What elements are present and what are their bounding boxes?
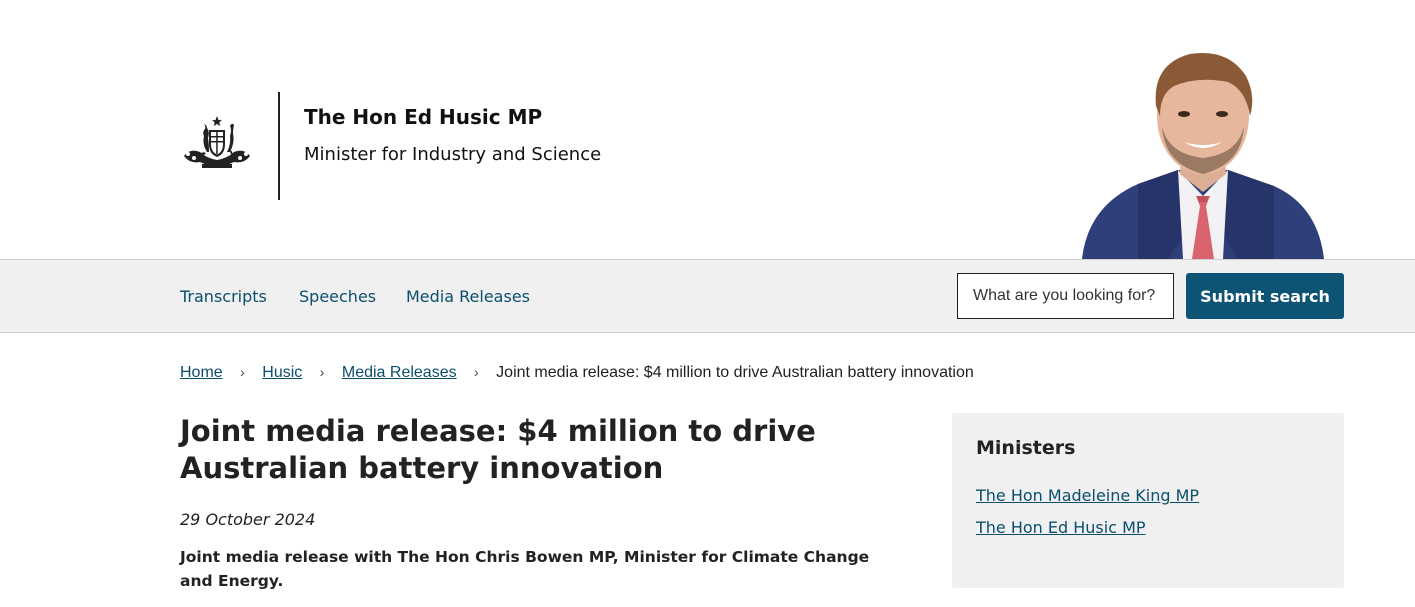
coat-of-arms-icon <box>184 116 250 168</box>
header-divider <box>278 92 280 200</box>
minister-link-madeleine-king[interactable]: The Hon Madeleine King MP <box>976 486 1199 505</box>
chevron-right-icon: › <box>240 364 245 380</box>
breadcrumb-current: Joint media release: $4 million to drive… <box>496 364 974 381</box>
minister-name: The Hon Ed Husic MP <box>304 105 543 129</box>
ministers-heading: Ministers <box>976 437 1076 459</box>
breadcrumb-link-home[interactable]: Home <box>180 364 223 381</box>
ministers-panel: Ministers The Hon Madeleine King MP The … <box>952 413 1344 588</box>
minister-role: Minister for Industry and Science <box>304 144 602 165</box>
breadcrumb-link-husic[interactable]: Husic <box>262 364 302 381</box>
page-title: Joint media release: $4 million to drive… <box>180 414 816 485</box>
nav-link-media-releases[interactable]: Media Releases <box>406 287 530 306</box>
breadcrumb: Home › Husic › Media Releases › Joint me… <box>180 364 974 382</box>
site-header: The Hon Ed Husic MP Minister for Industr… <box>0 0 1415 259</box>
release-date: 29 October 2024 <box>180 510 316 529</box>
search-input[interactable] <box>957 273 1174 319</box>
nav-link-transcripts[interactable]: Transcripts <box>180 287 267 306</box>
minister-link-ed-husic[interactable]: The Hon Ed Husic MP <box>976 518 1146 537</box>
chevron-right-icon: › <box>319 364 325 380</box>
minister-portrait-image <box>1082 52 1324 259</box>
main-navigation: Transcripts Speeches Media Releases Subm… <box>0 259 1415 333</box>
submit-search-button[interactable]: Submit search <box>1186 273 1344 319</box>
nav-link-speeches[interactable]: Speeches <box>299 287 376 306</box>
chevron-right-icon: › <box>474 364 479 380</box>
breadcrumb-link-media-releases[interactable]: Media Releases <box>342 364 457 381</box>
release-subtitle: Joint media release with The Hon Chris B… <box>180 548 870 590</box>
